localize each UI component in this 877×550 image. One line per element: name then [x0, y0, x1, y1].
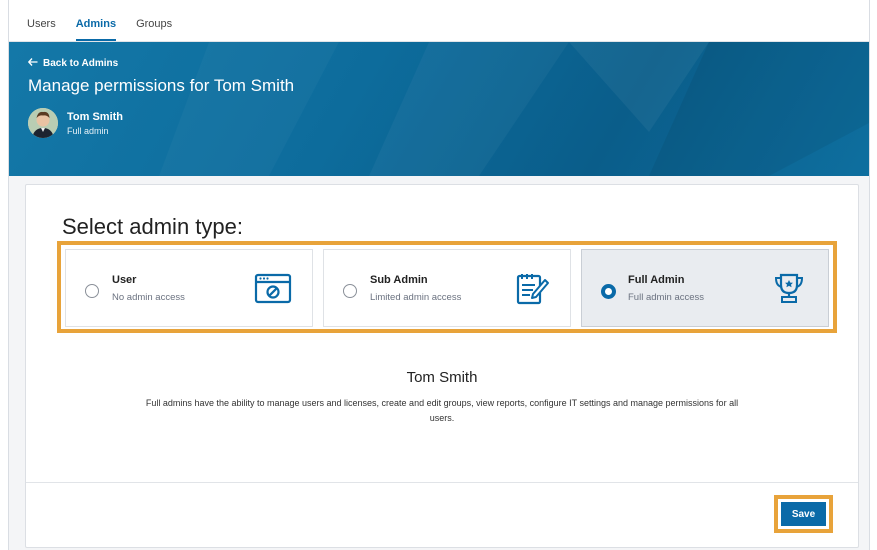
option-user[interactable]: User No admin access: [65, 249, 313, 327]
section-title: Select admin type:: [62, 214, 243, 239]
user-summary: Tom Smith Full admin: [28, 108, 123, 138]
app-frame: Users Admins Groups Back to Admins Manag…: [8, 0, 870, 550]
option-title: Sub Admin: [370, 274, 428, 286]
save-highlight: Save: [774, 495, 833, 533]
back-link-label: Back to Admins: [43, 58, 119, 69]
top-tabs: Users Admins Groups: [9, 0, 869, 42]
tab-groups[interactable]: Groups: [136, 18, 172, 41]
page-title: Manage permissions for Tom Smith: [28, 76, 295, 95]
admin-type-options: User No admin access Sub Admin Limited a…: [57, 241, 837, 333]
avatar: [28, 108, 58, 138]
back-to-admins-link[interactable]: Back to Admins: [27, 58, 119, 69]
tab-users[interactable]: Users: [27, 18, 56, 41]
option-subtitle: No admin access: [112, 292, 185, 303]
option-title: Full Admin: [628, 274, 685, 286]
radio-user[interactable]: [85, 284, 99, 298]
user-name: Tom Smith: [67, 110, 124, 123]
option-subtitle: Full admin access: [628, 292, 705, 303]
tab-admins[interactable]: Admins: [75, 18, 117, 41]
option-subtitle: Limited admin access: [370, 292, 462, 303]
browser-blocked-icon: [254, 272, 292, 306]
radio-full-admin[interactable]: [601, 284, 616, 299]
footer-divider: [26, 482, 858, 483]
trophy-icon: [770, 272, 808, 306]
option-sub-admin[interactable]: Sub Admin Limited admin access: [323, 249, 571, 327]
permissions-card: Select admin type: User No admin access: [25, 184, 859, 548]
arrow-left-icon: [27, 58, 38, 69]
save-button[interactable]: Save: [781, 502, 826, 526]
selected-user-name: Tom Smith: [406, 369, 478, 386]
radio-sub-admin[interactable]: [343, 284, 357, 298]
notepad-pencil-icon: [512, 272, 550, 306]
banner-pattern: [369, 42, 869, 176]
user-role: Full admin: [67, 125, 109, 136]
option-full-admin[interactable]: Full Admin Full admin access: [581, 249, 829, 327]
header-banner: Back to Admins Manage permissions for To…: [9, 42, 869, 176]
admin-type-description: Full admins have the ability to manage u…: [145, 398, 739, 423]
option-title: User: [112, 274, 137, 286]
